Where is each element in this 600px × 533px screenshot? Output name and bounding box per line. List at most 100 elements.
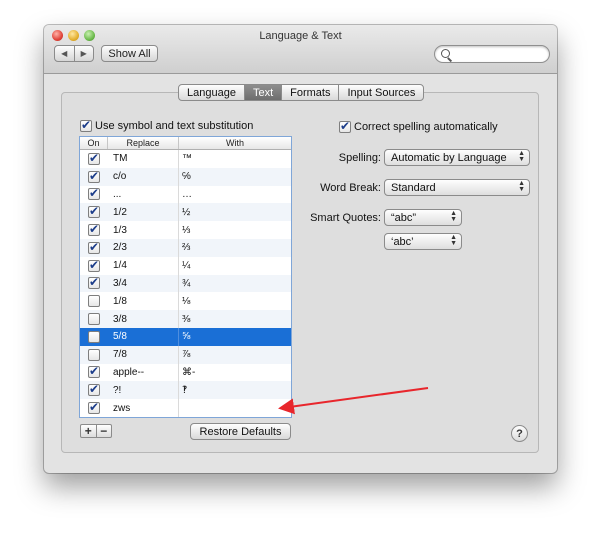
table-row[interactable]: c/o℅ bbox=[80, 167, 291, 186]
popup-arrows-icon: ▲ ▼ bbox=[518, 180, 525, 193]
table-row[interactable]: 5/8 ⅝ bbox=[80, 327, 291, 346]
substitution-option[interactable]: Use symbol and text substitution bbox=[80, 118, 253, 132]
table-row[interactable]: 1/3⅓ bbox=[80, 221, 291, 239]
restore-defaults-button[interactable]: Restore Defaults bbox=[190, 423, 291, 440]
back-arrow-icon[interactable]: ◀ bbox=[55, 46, 74, 61]
back-forward-control: ◀ ▶ bbox=[54, 45, 94, 62]
row-enabled-checkbox[interactable] bbox=[88, 222, 100, 237]
table-row[interactable]: 7/8 ⅞ bbox=[80, 345, 291, 364]
row-enabled-checkbox[interactable] bbox=[88, 151, 100, 165]
row-enabled-checkbox[interactable] bbox=[88, 258, 100, 272]
tab-formats[interactable]: Formats bbox=[281, 85, 338, 100]
tab-text[interactable]: Text bbox=[243, 85, 282, 100]
row-with-cell[interactable]: ¼ bbox=[179, 260, 291, 271]
row-enabled-checkbox[interactable] bbox=[88, 313, 100, 326]
spelling-label: Spelling: bbox=[338, 152, 381, 164]
row-with-cell[interactable]: … bbox=[179, 189, 291, 200]
row-on-cell bbox=[80, 364, 108, 379]
row-with-cell[interactable]: ⅞ bbox=[179, 349, 291, 360]
row-enabled-checkbox[interactable] bbox=[88, 295, 100, 308]
forward-arrow-icon[interactable]: ▶ bbox=[73, 46, 94, 61]
add-remove-control: + − bbox=[80, 424, 112, 438]
table-body: TM™c/o℅...…1/2½1/3⅓2/3⅔1/4¼3/4¾1/8⅛3/8⅜5… bbox=[80, 150, 291, 417]
row-replace-cell[interactable]: 5/8 bbox=[108, 327, 179, 346]
row-replace-cell[interactable]: ... bbox=[108, 185, 179, 204]
table-row[interactable]: 3/4¾ bbox=[80, 274, 291, 293]
row-on-cell bbox=[80, 400, 108, 415]
row-enabled-checkbox[interactable] bbox=[88, 169, 100, 183]
row-replace-cell[interactable]: 7/8 bbox=[108, 345, 179, 364]
remove-row-button[interactable]: − bbox=[95, 424, 112, 438]
row-replace-cell[interactable]: 3/8 bbox=[108, 310, 179, 328]
row-with-cell[interactable]: ½ bbox=[179, 207, 291, 218]
table-row[interactable]: zws bbox=[80, 399, 291, 417]
table-row[interactable]: ...… bbox=[80, 185, 291, 204]
table-row[interactable]: 1/2½ bbox=[80, 203, 291, 222]
table-row[interactable]: 2/3⅔ bbox=[80, 238, 291, 257]
single-quotes-value: ‘abc’ bbox=[391, 235, 414, 248]
row-with-cell[interactable]: ™ bbox=[179, 153, 291, 164]
double-quotes-popup[interactable]: “abc” ▲ ▼ bbox=[384, 209, 462, 226]
row-enabled-checkbox[interactable] bbox=[88, 348, 100, 361]
row-on-cell bbox=[80, 275, 108, 290]
correct-spelling-option[interactable]: Correct spelling automatically bbox=[339, 119, 498, 133]
row-replace-cell[interactable]: 2/3 bbox=[108, 238, 179, 257]
row-enabled-checkbox[interactable] bbox=[88, 204, 100, 219]
table-row[interactable]: 1/4¼ bbox=[80, 256, 291, 275]
row-with-cell[interactable]: ⌘- bbox=[179, 367, 291, 378]
search-icon bbox=[441, 49, 450, 58]
row-replace-cell[interactable]: 1/3 bbox=[108, 221, 179, 239]
spelling-popup[interactable]: Automatic by Language ▲ ▼ bbox=[384, 149, 530, 166]
row-with-cell[interactable]: ‽ bbox=[179, 385, 291, 396]
row-with-cell[interactable]: ¾ bbox=[179, 278, 291, 289]
row-with-cell[interactable]: ⅝ bbox=[179, 331, 291, 342]
preferences-window: Language & Text ◀ ▶ Show All Language Te… bbox=[44, 25, 557, 473]
row-with-cell[interactable]: ℅ bbox=[179, 171, 291, 182]
row-replace-cell[interactable]: 1/8 bbox=[108, 292, 179, 311]
word-break-label: Word Break: bbox=[320, 182, 381, 194]
row-enabled-checkbox[interactable] bbox=[88, 364, 100, 379]
row-enabled-checkbox[interactable] bbox=[88, 240, 100, 254]
column-header-with[interactable]: With bbox=[179, 137, 291, 149]
row-replace-cell[interactable]: apple-- bbox=[108, 363, 179, 382]
row-on-cell bbox=[80, 186, 108, 201]
row-replace-cell[interactable]: TM bbox=[108, 150, 179, 168]
tab-language[interactable]: Language bbox=[179, 85, 244, 100]
help-button[interactable]: ? bbox=[511, 425, 528, 442]
correct-spelling-checkbox[interactable] bbox=[339, 119, 351, 133]
show-all-button[interactable]: Show All bbox=[101, 45, 158, 62]
table-row[interactable]: 3/8 ⅜ bbox=[80, 310, 291, 328]
row-enabled-checkbox[interactable] bbox=[88, 382, 100, 397]
table-row[interactable]: TM™ bbox=[80, 150, 291, 168]
add-row-button[interactable]: + bbox=[81, 424, 96, 438]
row-replace-cell[interactable]: c/o bbox=[108, 167, 179, 186]
row-replace-cell[interactable]: ?! bbox=[108, 381, 179, 400]
row-replace-cell[interactable]: 1/2 bbox=[108, 203, 179, 222]
row-enabled-checkbox[interactable] bbox=[88, 400, 100, 415]
table-row[interactable]: 1/8 ⅛ bbox=[80, 292, 291, 311]
search-field[interactable] bbox=[434, 45, 550, 63]
row-with-cell[interactable]: ⅛ bbox=[179, 296, 291, 307]
single-quotes-popup[interactable]: ‘abc’ ▲ ▼ bbox=[384, 233, 462, 250]
row-enabled-checkbox[interactable] bbox=[88, 330, 100, 343]
row-on-cell bbox=[80, 222, 108, 237]
substitution-table[interactable]: On Replace With TM™c/o℅...…1/2½1/3⅓2/3⅔1… bbox=[79, 136, 292, 418]
row-replace-cell[interactable]: 1/4 bbox=[108, 256, 179, 275]
tab-bar: Language Text Formats Input Sources bbox=[178, 84, 425, 101]
column-header-replace[interactable]: Replace bbox=[108, 137, 179, 149]
row-with-cell[interactable]: ⅔ bbox=[179, 242, 291, 253]
row-with-cell[interactable]: ⅓ bbox=[179, 225, 291, 236]
table-row[interactable]: ?!‽ bbox=[80, 381, 291, 400]
table-row[interactable]: apple--⌘- bbox=[80, 363, 291, 382]
row-replace-cell[interactable]: 3/4 bbox=[108, 274, 179, 293]
substitution-checkbox[interactable] bbox=[80, 118, 92, 132]
word-break-popup[interactable]: Standard ▲ ▼ bbox=[384, 179, 530, 196]
row-with-cell[interactable]: ⅜ bbox=[179, 314, 291, 325]
row-replace-cell[interactable]: zws bbox=[108, 399, 179, 417]
row-enabled-checkbox[interactable] bbox=[88, 186, 100, 201]
column-header-on[interactable]: On bbox=[80, 137, 108, 149]
row-on-cell bbox=[80, 348, 108, 361]
tab-input-sources[interactable]: Input Sources bbox=[338, 85, 423, 100]
smart-quotes-label: Smart Quotes: bbox=[310, 212, 381, 224]
row-enabled-checkbox[interactable] bbox=[88, 275, 100, 290]
